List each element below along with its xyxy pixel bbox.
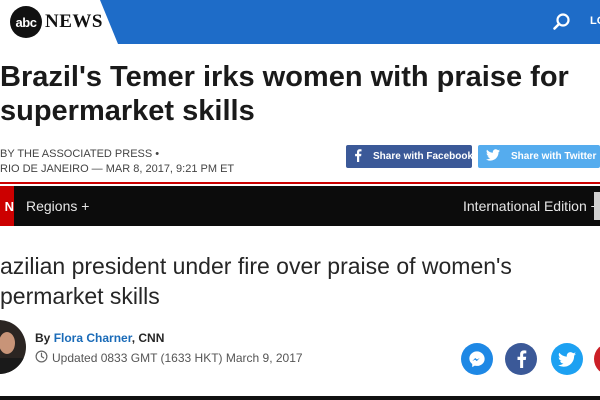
byline-org: , CNN [131,331,165,345]
facebook-f-icon [354,148,367,165]
twitter-icon[interactable] [551,343,583,375]
cnn-headline-line-1: azilian president under fire over praise… [0,253,512,279]
abc-byline: By THE ASSOCIATED PRESS • [0,148,160,160]
share-twitter-label: Share with Twitter [511,151,597,162]
pinterest-icon[interactable] [594,343,600,375]
nav-regions-menu[interactable]: Regions + [26,198,89,214]
abc-header: abc NEWS LO [0,0,600,44]
avatar-face [0,332,15,354]
login-link[interactable]: LO [590,15,600,27]
cnn-nav-bar: N Regions + International Edition + [0,186,600,226]
cnn-logo[interactable]: N [0,186,14,226]
share-twitter-button[interactable]: Share with Twitter [478,145,600,168]
share-facebook-button[interactable]: Share with Facebook [346,145,474,168]
avatar-body [0,358,26,374]
scrollbar-edge [594,192,600,220]
cnn-byline: By Flora Charner, CNN [35,331,164,345]
byline-by: By [35,331,54,345]
abc-header-bar [100,0,600,44]
clock-icon [35,350,52,366]
cnn-headline: azilian president under fire over praise… [0,251,600,311]
messenger-icon[interactable] [461,343,493,375]
abc-headline-line-1: Brazil's Temer irks women with praise fo… [0,61,569,93]
abc-news-logo[interactable]: abc NEWS [10,6,103,38]
bottom-border [0,396,600,400]
abc-headline-line-2: supermarket skills [0,95,255,127]
nav-edition-menu[interactable]: International Edition + [463,198,599,214]
abc-logo-disc: abc [10,6,42,38]
section-divider [0,182,600,184]
facebook-icon[interactable] [505,343,537,375]
updated-text: Updated 0833 GMT (1633 HKT) March 9, 201… [52,351,303,365]
author-link[interactable]: Flora Charner [54,331,132,345]
author-avatar[interactable] [0,320,26,374]
abc-dateline: RIO DE JANEIRO — Mar 8, 2017, 9:21 PM ET [0,163,235,175]
cnn-timestamp: Updated 0833 GMT (1633 HKT) March 9, 201… [35,350,303,366]
cnn-headline-line-2: permarket skills [0,283,160,309]
abc-headline: Brazil's Temer irks women with praise fo… [0,60,600,128]
search-icon[interactable] [552,12,572,32]
share-facebook-label: Share with Facebook [373,151,474,162]
twitter-bird-icon [486,149,505,164]
abc-logo-news-word: NEWS [45,11,103,32]
